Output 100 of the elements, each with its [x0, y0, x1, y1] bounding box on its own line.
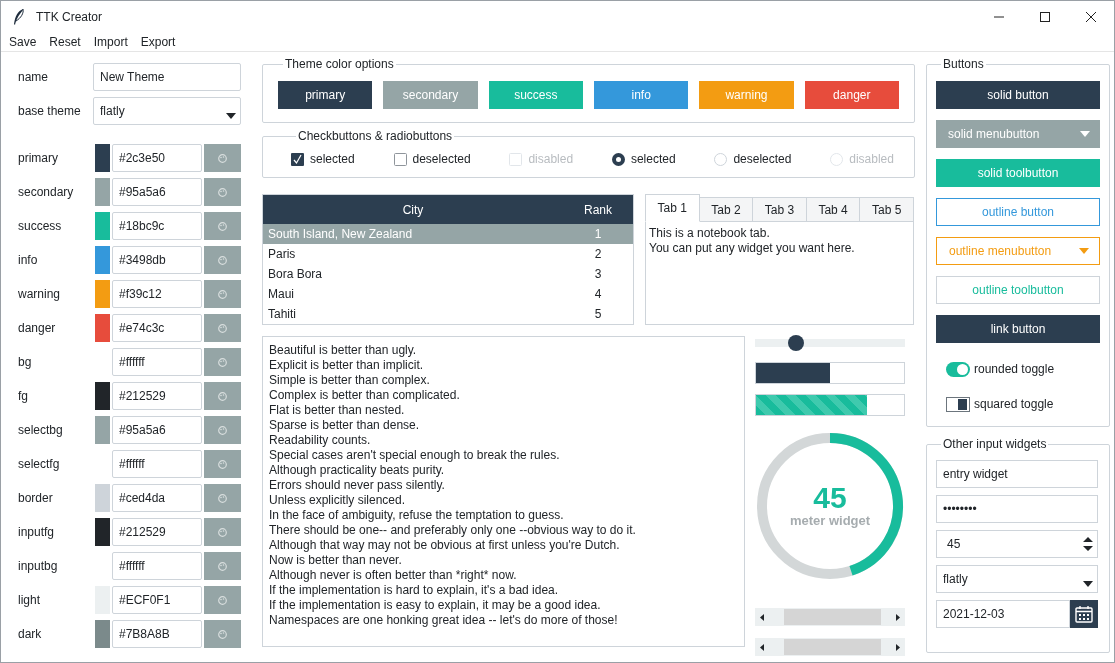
- name-field[interactable]: New Theme: [93, 63, 241, 91]
- color-picker-button[interactable]: [204, 382, 241, 410]
- text-line: Special cases aren't special enough to break the rules.: [269, 448, 561, 463]
- scroll-left-icon[interactable]: [760, 643, 764, 651]
- color-picker-button[interactable]: [204, 620, 241, 648]
- horizontal-scrollbar[interactable]: [755, 638, 905, 656]
- notebook-tab[interactable]: Tab 3: [752, 197, 807, 222]
- color-picker-button[interactable]: [204, 586, 241, 614]
- color-label: fg: [18, 388, 29, 405]
- button[interactable]: link button: [936, 315, 1100, 343]
- color-hex-field[interactable]: #3498db: [112, 246, 202, 274]
- theme-color-button[interactable]: primary: [278, 81, 373, 109]
- color-picker-button[interactable]: [204, 314, 241, 342]
- color-hex-field[interactable]: #18bc9c: [112, 212, 202, 240]
- text-line: Flat is better than nested.: [269, 403, 406, 418]
- color-picker-button[interactable]: [204, 212, 241, 240]
- notebook-tab[interactable]: Tab 5: [859, 197, 914, 222]
- color-hex-field[interactable]: #2c3e50: [112, 144, 202, 172]
- color-label: selectbg: [18, 422, 64, 439]
- group-title: Other input widgets: [942, 437, 1048, 451]
- color-picker-button[interactable]: [204, 552, 241, 580]
- text-line: Simple is better than complex.: [269, 373, 431, 388]
- toggle-switch[interactable]: [946, 361, 970, 377]
- color-label: selectfg: [18, 456, 61, 473]
- dropdown-caret-icon: [1080, 131, 1090, 137]
- option-label: disabled: [849, 151, 894, 168]
- menu-item[interactable]: Import: [93, 32, 128, 51]
- text-line: Readability counts.: [269, 433, 372, 448]
- slider-track[interactable]: [755, 339, 905, 347]
- radio-button[interactable]: [714, 152, 728, 166]
- maximize-icon[interactable]: [1040, 11, 1050, 22]
- scrollbar-thumb[interactable]: [784, 609, 881, 625]
- palette-icon: [218, 255, 227, 265]
- menu-item[interactable]: Reset: [49, 32, 81, 51]
- color-picker-button[interactable]: [204, 518, 241, 546]
- meter-value: 45: [813, 483, 847, 513]
- color-hex-field[interactable]: #95a5a6: [112, 416, 202, 444]
- color-hex-field[interactable]: #212529: [112, 518, 202, 546]
- menu-item[interactable]: Save: [9, 32, 37, 51]
- button[interactable]: solid button: [936, 81, 1100, 109]
- scrollbar-thumb[interactable]: [784, 639, 881, 655]
- combobox[interactable]: flatly: [936, 565, 1098, 593]
- color-picker-button[interactable]: [204, 246, 241, 274]
- scroll-right-icon[interactable]: [896, 643, 900, 651]
- color-hex-field[interactable]: #ffffff: [112, 348, 202, 376]
- toggle-switch[interactable]: [946, 396, 970, 412]
- password-field[interactable]: ••••••••: [936, 495, 1098, 523]
- color-hex-field[interactable]: #f39c12: [112, 280, 202, 308]
- color-picker-button[interactable]: [204, 348, 241, 376]
- palette-icon: [218, 459, 227, 469]
- color-hex-field[interactable]: #7B8A8B: [112, 620, 202, 648]
- dropdown-caret-icon: [226, 113, 236, 119]
- notebook-tab[interactable]: Tab 1: [645, 194, 700, 222]
- color-label: danger: [18, 320, 57, 337]
- option-label: deselected: [733, 151, 792, 168]
- palette-icon: [218, 221, 227, 231]
- scroll-left-icon[interactable]: [760, 613, 764, 621]
- text-line: Explicit is better than implicit.: [269, 358, 425, 373]
- palette-icon: [218, 595, 227, 605]
- horizontal-scrollbar[interactable]: [755, 608, 905, 626]
- color-picker-button[interactable]: [204, 450, 241, 478]
- column-header[interactable]: Rank: [563, 200, 633, 219]
- color-hex-field[interactable]: #212529: [112, 382, 202, 410]
- color-picker-button[interactable]: [204, 144, 241, 172]
- spin-arrows-icon[interactable]: [1083, 536, 1093, 552]
- color-hex-field[interactable]: #e74c3c: [112, 314, 202, 342]
- color-picker-button[interactable]: [204, 416, 241, 444]
- column-header[interactable]: City: [263, 200, 563, 219]
- color-picker-button[interactable]: [204, 280, 241, 308]
- color-hex-field[interactable]: #ffffff: [112, 450, 202, 478]
- base-theme-combobox[interactable]: flatly: [93, 97, 241, 125]
- radio-button[interactable]: [611, 152, 625, 166]
- color-picker-button[interactable]: [204, 484, 241, 512]
- checkbox[interactable]: [393, 152, 407, 166]
- theme-color-button[interactable]: danger: [804, 81, 899, 109]
- color-label: success: [18, 218, 63, 235]
- palette-icon: [218, 391, 227, 401]
- text-area[interactable]: [262, 336, 745, 647]
- color-hex-field[interactable]: #ced4da: [112, 484, 202, 512]
- color-hex-field[interactable]: #ffffff: [112, 552, 202, 580]
- close-icon[interactable]: [1086, 11, 1096, 22]
- entry-field[interactable]: entry widget: [936, 460, 1098, 488]
- calendar-button[interactable]: [1070, 600, 1098, 628]
- spinbox[interactable]: 45: [936, 530, 1098, 558]
- menu-item[interactable]: Export: [140, 32, 176, 51]
- color-label: dark: [18, 626, 43, 643]
- color-hex-field[interactable]: #ECF0F1: [112, 586, 202, 614]
- scroll-right-icon[interactable]: [896, 613, 900, 621]
- date-field[interactable]: 2021-12-03: [936, 600, 1070, 628]
- color-picker-button[interactable]: [204, 178, 241, 206]
- palette-icon: [218, 425, 227, 435]
- meter-label: meter widget: [789, 513, 871, 529]
- checkbox[interactable]: [291, 152, 304, 166]
- slider-thumb[interactable]: [787, 335, 804, 351]
- toggle-label: squared toggle: [974, 396, 1054, 413]
- color-hex-field[interactable]: #95a5a6: [112, 178, 202, 206]
- option-label: selected: [310, 151, 355, 168]
- text-line: Complex is better than complicated.: [269, 388, 461, 403]
- dropdown-caret-icon: [1083, 581, 1093, 587]
- color-label: secondary: [18, 184, 75, 201]
